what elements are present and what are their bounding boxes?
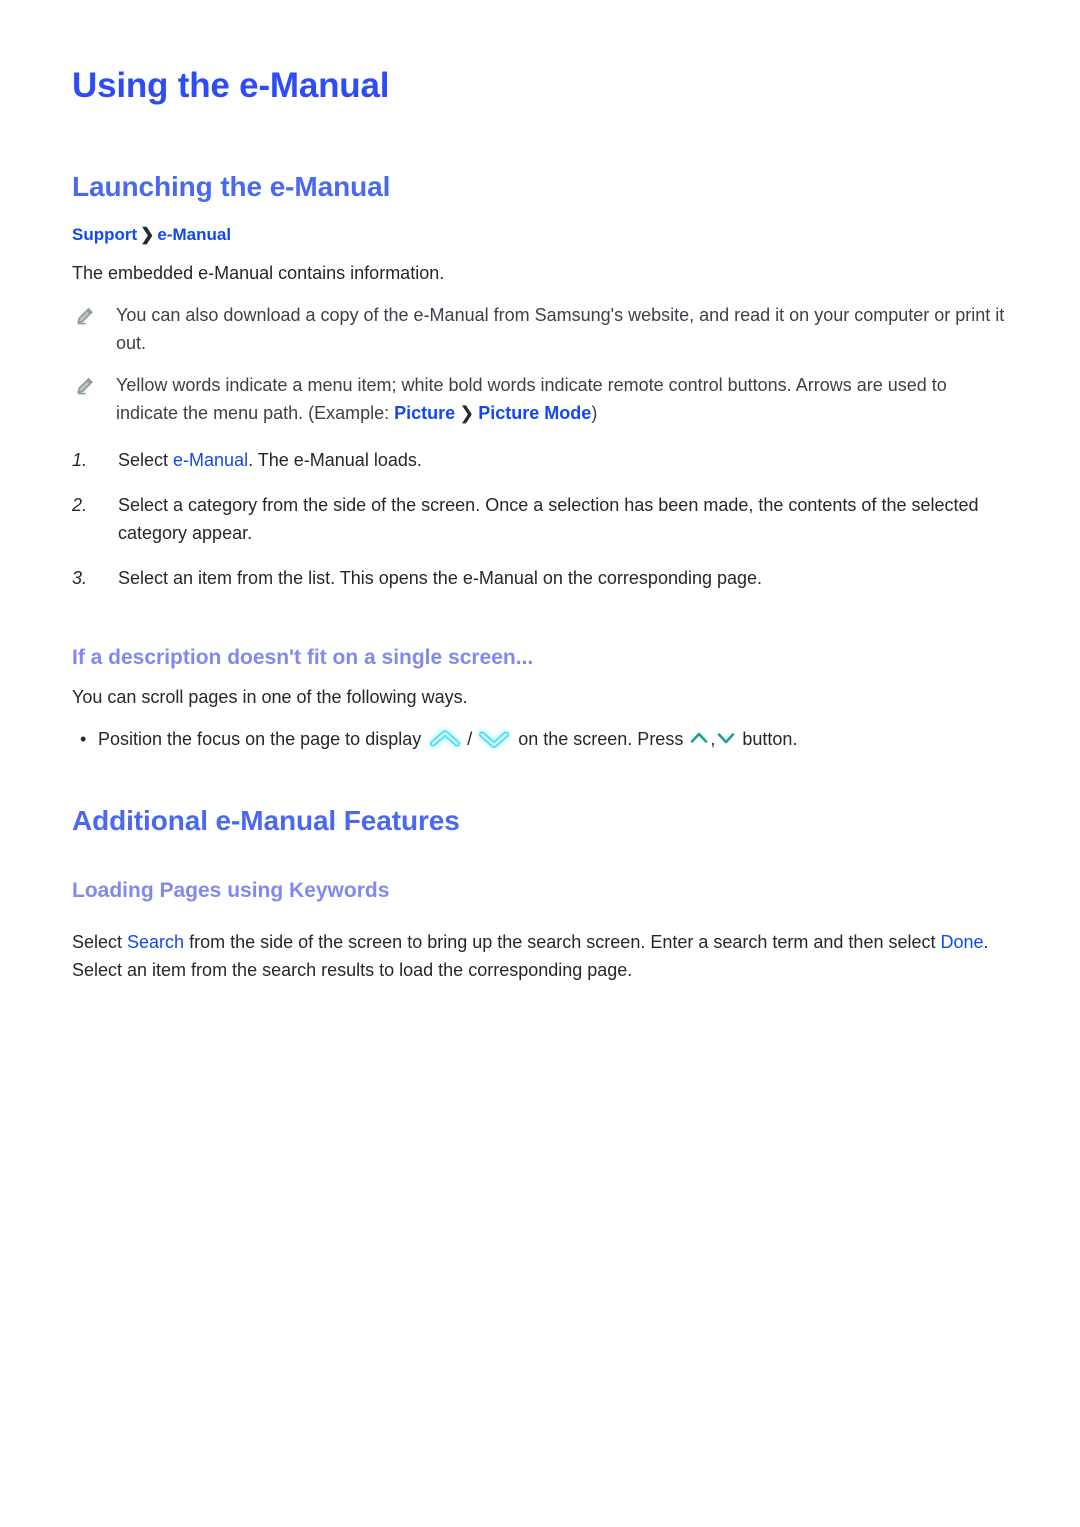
keywords-paragraph: Select Search from the side of the scree… <box>72 929 1008 985</box>
step-number: 1. <box>72 450 88 471</box>
chevron-up-icon <box>689 729 709 747</box>
step-text-before: Select <box>118 450 174 471</box>
menu-link-picture[interactable]: Picture <box>394 403 455 423</box>
breadcrumb-leaf[interactable]: e-Manual <box>157 225 231 244</box>
intro-paragraph: The embedded e-Manual contains informati… <box>72 262 445 283</box>
bullet-text: Position the focus on the page to displa… <box>98 726 1008 754</box>
step-item: 2. Select a category from the side of th… <box>72 492 1008 548</box>
note-text: You can also download a copy of the e-Ma… <box>116 304 1005 353</box>
keywords-text-before: Select <box>72 931 128 952</box>
step-text-after: . The e-Manual loads. <box>248 450 422 471</box>
bullet-marker-icon: • <box>80 729 87 750</box>
step-item: 1. Select e-Manual. The e-Manual loads. <box>72 447 1008 475</box>
section-heading-additional: Additional e-Manual Features <box>72 804 460 836</box>
breadcrumb-root[interactable]: Support <box>72 225 137 244</box>
step-number: 2. <box>72 495 88 516</box>
note-item: Yellow words indicate a menu item; white… <box>72 372 1008 428</box>
note-list: You can also download a copy of the e-Ma… <box>72 302 1008 428</box>
step-text: Select e-Manual. The e-Manual loads. <box>118 447 1008 475</box>
chevron-up-glow-icon <box>428 726 462 752</box>
breadcrumb-separator-icon: ❯ <box>140 224 155 244</box>
link-done[interactable]: Done <box>940 932 983 952</box>
chevron-down-icon <box>716 729 736 747</box>
subsection-heading-scroll: If a description doesn't fit on a single… <box>72 645 534 669</box>
step-text: Select an item from the list. This opens… <box>118 568 763 589</box>
bullet-text-part-3: button. <box>737 729 798 750</box>
breadcrumb: Support ❯ e-Manual <box>72 224 1008 246</box>
note-item: You can also download a copy of the e-Ma… <box>72 302 1008 358</box>
bullet-text-part-1: Position the focus on the page to displa… <box>98 729 427 750</box>
scroll-intro-paragraph: You can scroll pages in one of the follo… <box>72 687 468 708</box>
document-page: Using the e-Manual Launching the e-Manua… <box>0 0 1080 1527</box>
pencil-icon <box>72 302 98 326</box>
bullet-text-part-2: on the screen. Press <box>513 729 689 750</box>
step-list: 1. Select e-Manual. The e-Manual loads. … <box>72 447 1008 593</box>
pencil-icon <box>72 372 98 396</box>
menu-link-picture-mode[interactable]: Picture Mode <box>478 403 591 423</box>
chevron-down-glow-icon <box>477 726 511 752</box>
step-text: Select a category from the side of the s… <box>118 495 979 544</box>
step-item: 3. Select an item from the list. This op… <box>72 565 1008 593</box>
step-link-e-manual[interactable]: e-Manual <box>173 450 248 470</box>
note-text: Yellow words indicate a menu item; white… <box>116 372 1008 428</box>
keywords-text-middle: from the side of the screen to bring up … <box>184 931 941 952</box>
step-number: 3. <box>72 568 88 589</box>
bullet-list: • Position the focus on the page to disp… <box>72 726 1008 754</box>
icon-comma-separator: , <box>710 729 716 750</box>
bullet-item: • Position the focus on the page to disp… <box>72 726 1008 754</box>
link-search[interactable]: Search <box>127 932 184 952</box>
page-title: Using the e-Manual <box>72 66 390 105</box>
menu-path-separator-icon: ❯ <box>459 402 475 423</box>
subsection-heading-keywords: Loading Pages using Keywords <box>72 878 390 902</box>
icon-slash-separator: / <box>467 729 473 750</box>
note-text-after: ) <box>591 402 598 423</box>
section-heading-launching: Launching the e-Manual <box>72 171 391 203</box>
